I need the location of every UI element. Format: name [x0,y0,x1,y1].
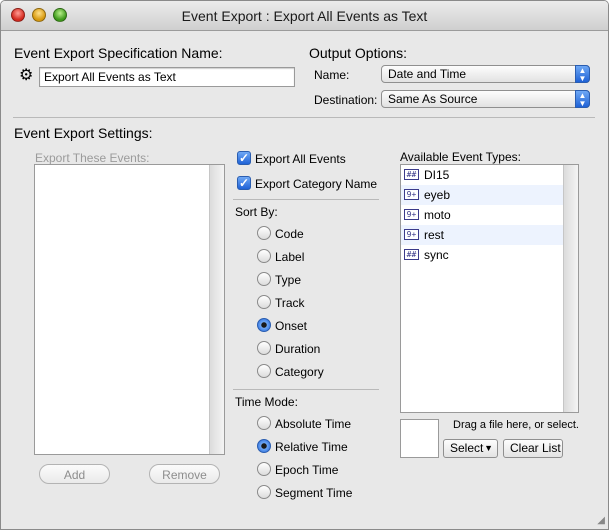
time-mode-heading: Time Mode: [235,395,298,409]
event-type-flag-icon: 9+ [404,209,419,220]
spec-name-field[interactable]: Export All Events as Text [39,67,295,87]
event-type-grid-icon: ## [404,169,419,180]
destination-popup-value: Same As Source [388,92,478,106]
event-type-name: DI15 [424,168,450,182]
divider [13,117,595,118]
file-drop-well[interactable] [400,419,439,458]
event-export-window: Event Export : Export All Events as Text… [0,0,609,530]
time-mode-option-label: Segment Time [275,486,353,500]
destination-popup[interactable]: Same As Source ▲ ▼ [381,90,590,108]
event-type-flag-icon: 9+ [404,189,419,200]
drag-file-hint: Drag a file here, or select. [453,419,579,431]
name-label: Name: [314,68,350,82]
event-type-name: moto [424,208,451,222]
chevron-updown-icon: ▲ ▼ [575,90,590,108]
select-popup[interactable]: Select ▼ [443,439,498,458]
event-type-name: sync [424,248,449,262]
time-mode-radio[interactable] [257,416,271,430]
export-these-events-label: Export These Events: [35,151,150,165]
sort-by-option-label: Code [275,227,304,241]
name-popup-value: Date and Time [388,67,467,81]
destination-label: Destination: [314,93,378,107]
sort-by-heading: Sort By: [235,205,278,219]
sort-by-option-label: Label [275,250,305,264]
resize-grip-icon[interactable]: ◢ [597,515,605,526]
name-popup[interactable]: Date and Time ▲ ▼ [381,65,590,83]
event-type-grid-icon: ## [404,249,419,260]
time-mode-radio[interactable] [257,439,271,453]
export-category-label: Export Category Name [255,177,378,191]
sort-by-radio[interactable] [257,249,271,263]
export-events-list[interactable] [34,164,225,455]
chevron-down-icon: ▼ [484,443,493,453]
list-scrollbar[interactable] [209,165,224,454]
event-types-list[interactable]: ## DI15 9+ eyeb 9+ moto 9+ rest ## sync [400,164,579,413]
clear-list-button[interactable]: Clear List [503,439,563,458]
event-type-name: rest [424,228,445,242]
event-type-row[interactable]: 9+ moto [401,205,563,225]
time-mode-radio[interactable] [257,462,271,476]
sort-by-option-label: Track [275,296,305,310]
sort-by-radio[interactable] [257,226,271,240]
event-type-row[interactable]: ## sync [401,245,563,265]
sort-by-radio[interactable] [257,318,271,332]
window-title: Event Export : Export All Events as Text [181,8,428,24]
available-event-types-label: Available Event Types: [400,150,521,164]
remove-button[interactable]: Remove [149,464,220,484]
sort-by-radio[interactable] [257,272,271,286]
event-type-row[interactable]: 9+ eyeb [401,185,563,205]
event-types-scrollbar[interactable] [563,165,578,412]
event-type-row[interactable]: ## DI15 [401,165,563,185]
sort-by-option-label: Type [275,273,302,287]
sort-by-option-label: Onset [275,319,308,333]
chevron-updown-icon: ▲ ▼ [575,65,590,83]
divider [233,199,379,200]
event-type-row[interactable]: 9+ rest [401,225,563,245]
event-type-flag-icon: 9+ [404,229,419,240]
sort-by-radio[interactable] [257,341,271,355]
sort-by-radio[interactable] [257,364,271,378]
divider [233,389,379,390]
sort-by-radio[interactable] [257,295,271,309]
export-category-checkbox[interactable]: ✓ [237,176,251,190]
settings-heading: Event Export Settings: [14,125,153,141]
time-mode-option-label: Absolute Time [275,417,352,431]
select-label: Select [450,441,484,455]
spec-name-heading: Event Export Specification Name: [14,45,223,61]
time-mode-option-label: Epoch Time [275,463,339,477]
event-type-name: eyeb [424,188,451,202]
time-mode-option-label: Relative Time [275,440,348,454]
sort-by-option-label: Category [275,365,324,379]
output-options-heading: Output Options: [309,45,408,61]
sort-by-option-label: Duration [275,342,321,356]
gear-icon[interactable]: ⚙ [19,68,35,84]
add-button[interactable]: Add [39,464,110,484]
export-all-label: Export All Events [255,152,346,166]
export-all-checkbox[interactable]: ✓ [237,151,251,165]
time-mode-radio[interactable] [257,485,271,499]
title-bar[interactable]: Event Export : Export All Events as Text [1,1,608,31]
